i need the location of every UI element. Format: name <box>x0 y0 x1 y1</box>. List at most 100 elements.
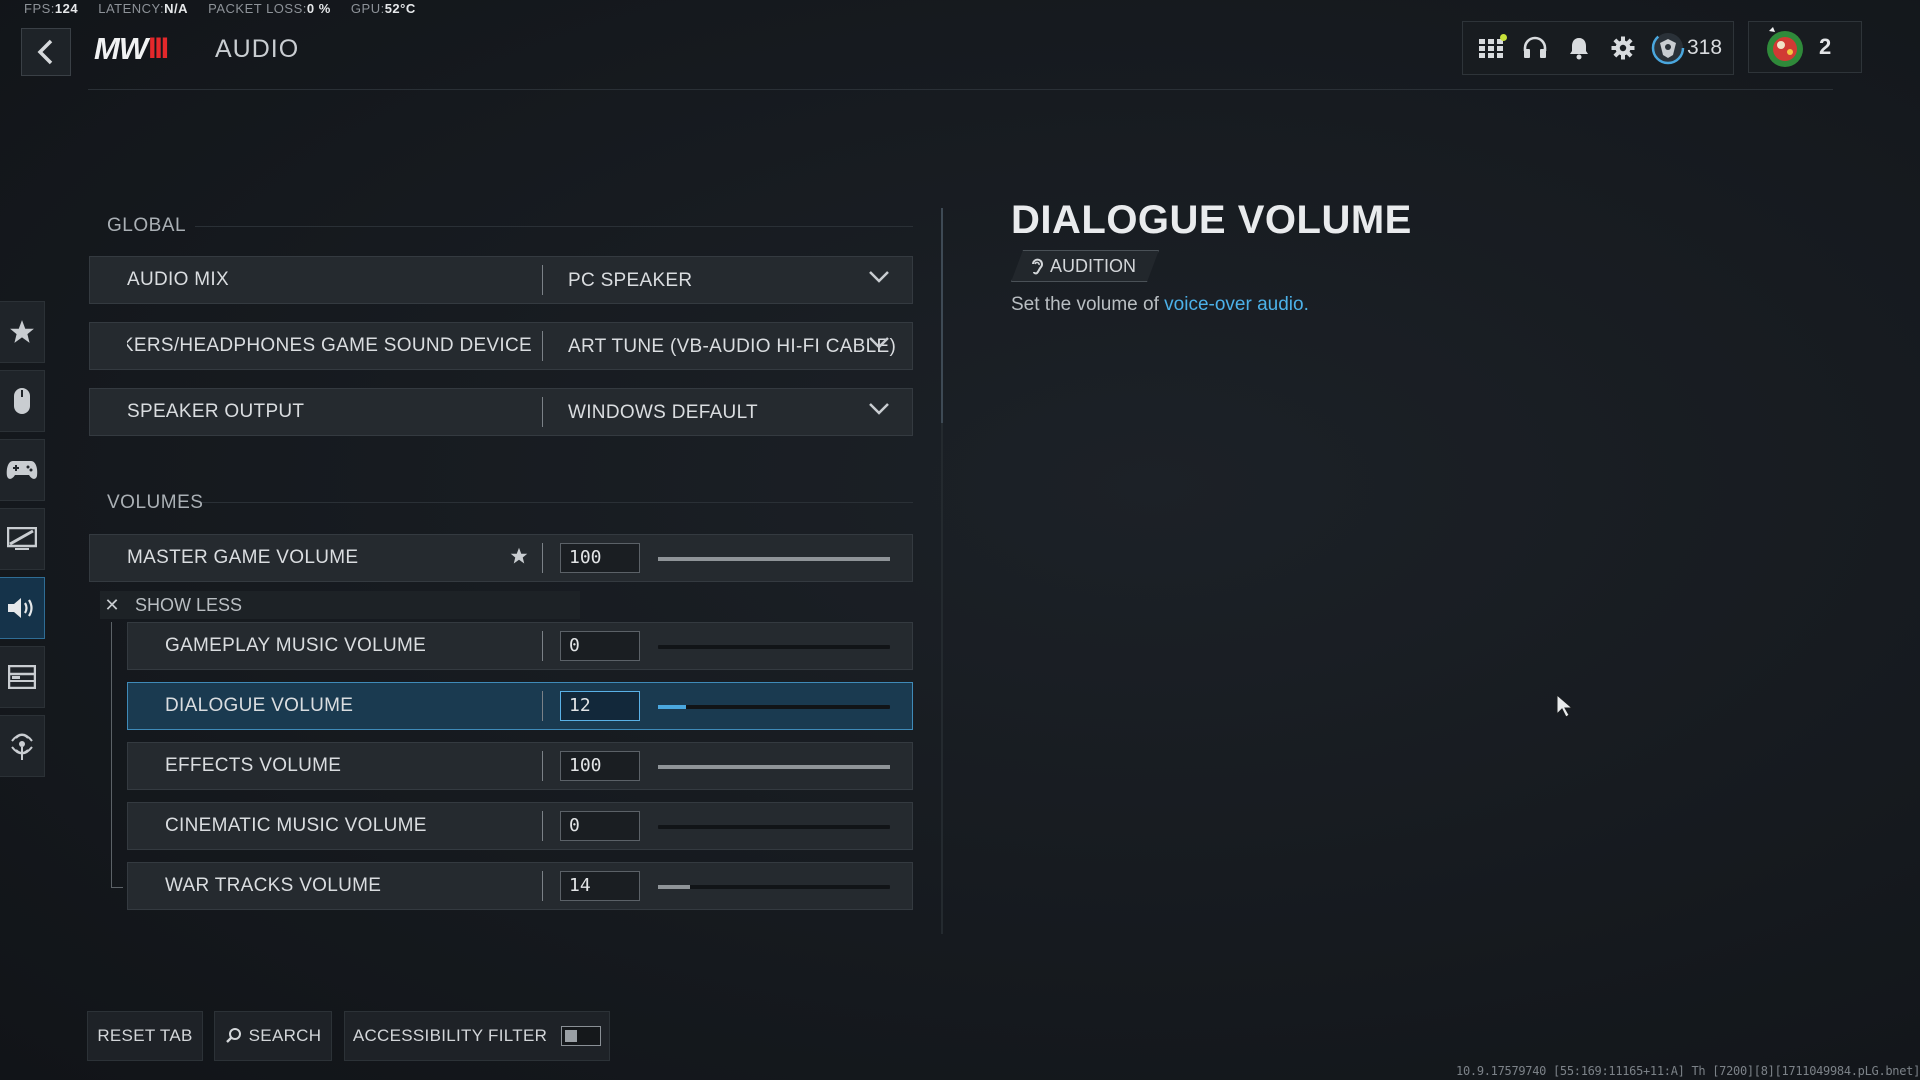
toggle-switch[interactable] <box>561 1026 602 1046</box>
tree-line <box>111 887 123 888</box>
effects-volume-row[interactable]: EFFECTS VOLUME 100 <box>127 742 913 790</box>
close-icon: ✕ <box>104 594 120 615</box>
volume-value-input[interactable]: 0 <box>560 631 640 661</box>
volume-slider[interactable] <box>658 825 890 829</box>
gear-icon <box>1611 36 1635 60</box>
back-arrow-icon <box>37 39 53 65</box>
setting-label: SPEAKER OUTPUT <box>127 401 305 422</box>
settings-category-rail <box>0 301 46 784</box>
volume-slider[interactable] <box>658 645 890 649</box>
player-profile[interactable]: 2 <box>1748 21 1862 73</box>
fps-value: 124 <box>54 1 79 16</box>
performance-overlay: FPS:124 LATENCY:N/A PACKET LOSS:0 % GPU:… <box>24 1 416 16</box>
audition-button[interactable]: AUDITION <box>1011 250 1159 282</box>
party-button[interactable] <box>1513 26 1557 70</box>
volume-slider-fill <box>658 885 691 889</box>
volume-value-input[interactable]: 12 <box>560 691 640 721</box>
volume-slider-fill <box>658 557 890 561</box>
apps-grid-button[interactable] <box>1469 26 1513 70</box>
sound-device-row[interactable]: SPEAKERS/HEADPHONES GAME SOUND DEVICE AR… <box>89 322 913 370</box>
cod-points-icon <box>1651 31 1685 65</box>
setting-value: PC SPEAKER <box>568 270 693 291</box>
cod-points-button[interactable]: 318 <box>1645 26 1722 70</box>
volume-value-input[interactable]: 0 <box>560 811 640 841</box>
gameplay-music-volume-row[interactable]: GAMEPLAY MUSIC VOLUME 0 <box>127 622 913 670</box>
top-toolbar: 318 <box>1462 21 1734 75</box>
section-title-volumes: VOLUMES <box>107 492 204 513</box>
setting-label: AUDIO MIX <box>127 269 229 290</box>
star-icon <box>10 320 34 343</box>
cinematic-music-volume-row[interactable]: CINEMATIC MUSIC VOLUME 0 <box>127 802 913 850</box>
display-icon <box>7 527 37 550</box>
bell-icon <box>1570 38 1588 60</box>
player-level: 2 <box>1819 34 1832 59</box>
search-icon <box>225 1028 241 1043</box>
reset-tab-button[interactable]: RESET TAB <box>87 1011 203 1061</box>
gpu-temp-value: 52°C <box>384 1 416 16</box>
volume-slider[interactable] <box>658 885 890 889</box>
chevron-down-icon <box>869 403 889 415</box>
notifications-button[interactable] <box>1557 26 1601 70</box>
favorite-star-icon[interactable] <box>510 547 528 565</box>
rail-favorites[interactable] <box>0 301 45 363</box>
accessibility-filter-toggle[interactable]: ACCESSIBILITY FILTER <box>344 1011 610 1061</box>
rail-interface[interactable] <box>0 646 45 708</box>
chevron-down-icon <box>869 337 889 349</box>
rail-network[interactable] <box>0 715 45 777</box>
game-logo: MW III <box>94 31 169 66</box>
grid-icon <box>1479 39 1503 58</box>
setting-label: SPEAKERS/HEADPHONES GAME SOUND DEVICE <box>127 335 532 356</box>
latency-value: N/A <box>164 1 189 16</box>
back-button[interactable] <box>21 28 71 76</box>
notification-dot <box>1500 34 1507 41</box>
speaker-output-row[interactable]: SPEAKER OUTPUT WINDOWS DEFAULT <box>89 388 913 436</box>
packet-loss-value: 0 % <box>306 1 331 16</box>
volume-slider[interactable] <box>658 765 890 769</box>
interface-icon <box>8 665 36 689</box>
cod-points-count: 318 <box>1687 36 1723 59</box>
show-less-label: SHOW LESS <box>135 594 243 615</box>
dialogue-volume-row[interactable]: DIALOGUE VOLUME 12 <box>127 682 913 730</box>
setting-value: ART TUNE (VB-AUDIO HI-FI CABLE) <box>568 336 897 357</box>
volume-slider[interactable] <box>658 705 890 709</box>
show-less-toggle[interactable]: ✕ SHOW LESS <box>100 591 580 619</box>
settings-button[interactable] <box>1601 26 1645 70</box>
setting-label: WAR TRACKS VOLUME <box>165 875 382 896</box>
mouse-icon <box>14 388 30 414</box>
master-volume-row[interactable]: MASTER GAME VOLUME 100 <box>89 534 913 582</box>
volume-slider-fill <box>658 765 890 769</box>
rail-mouse[interactable] <box>0 370 45 432</box>
volume-slider-fill <box>658 705 686 709</box>
detail-title: DIALOGUE VOLUME <box>1011 198 1412 242</box>
search-button[interactable]: SEARCH <box>214 1011 332 1061</box>
setting-label: EFFECTS VOLUME <box>165 755 342 776</box>
section-divider <box>195 226 913 227</box>
player-emblem-icon <box>1767 27 1803 67</box>
volume-value-input[interactable]: 100 <box>560 751 640 781</box>
voice-over-link[interactable]: voice-over audio. <box>1164 294 1309 315</box>
scrollbar-thumb[interactable] <box>941 208 943 423</box>
rail-audio[interactable] <box>0 577 45 639</box>
volume-value-input[interactable]: 100 <box>560 543 640 573</box>
section-title-global: GLOBAL <box>107 215 187 236</box>
setting-label: GAMEPLAY MUSIC VOLUME <box>165 635 427 656</box>
chevron-down-icon <box>869 271 889 283</box>
audition-label: AUDITION <box>1050 255 1137 276</box>
mouse-cursor-icon <box>1556 694 1574 718</box>
detail-description: Set the volume of voice-over audio. <box>1011 294 1309 315</box>
war-tracks-volume-row[interactable]: WAR TRACKS VOLUME 14 <box>127 862 913 910</box>
audio-mix-row[interactable]: AUDIO MIX PC SPEAKER <box>89 256 913 304</box>
page-title: AUDIO <box>215 35 300 63</box>
settings-scrollbar[interactable] <box>941 208 943 934</box>
header-divider <box>88 89 1833 90</box>
rail-controller[interactable] <box>0 439 45 501</box>
setting-label: DIALOGUE VOLUME <box>165 695 354 716</box>
setting-label: MASTER GAME VOLUME <box>127 547 359 568</box>
rail-graphics[interactable] <box>0 508 45 570</box>
volume-value-input[interactable]: 14 <box>560 871 640 901</box>
volume-slider[interactable] <box>658 557 890 561</box>
speaker-icon <box>8 598 33 618</box>
setting-value: WINDOWS DEFAULT <box>568 402 758 423</box>
controller-icon <box>6 461 38 479</box>
build-info: 10.9.17579740 [55:169:11165+11:A] Th [72… <box>1456 1064 1920 1078</box>
